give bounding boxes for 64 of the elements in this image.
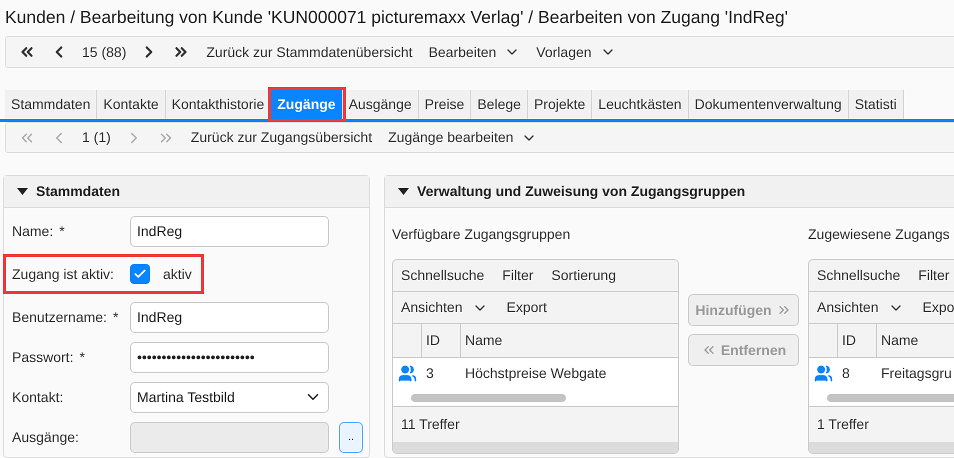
tab[interactable]: Stammdaten (5, 90, 98, 119)
record-position: 1 (1) (82, 128, 111, 147)
panel-title: Verwaltung und Zuweisung von Zugangsgruppen (417, 182, 746, 201)
text-field[interactable]: •••••••••••••••••••••••• (130, 342, 329, 372)
required-marker: * (59, 222, 65, 238)
field-label: Name: * (12, 222, 66, 240)
grid-toolbar-button[interactable]: Sortierung (551, 265, 616, 286)
tab[interactable]: Zugänge (271, 90, 343, 119)
grid-toolbar-button[interactable]: Schnellsuche (817, 265, 900, 286)
column-header[interactable]: ID (838, 324, 877, 357)
panel-header[interactable]: Verwaltung und Zuweisung von Zugangsgruppen (385, 176, 954, 208)
record-position: 15 (88) (82, 42, 126, 62)
field-label: Passwort: * (12, 348, 86, 366)
result-count: 1 Treffer (817, 415, 869, 434)
field-label: Ausgänge: (12, 428, 80, 447)
panel-title: Stammdaten (36, 182, 120, 201)
field-label: Kontakt: (12, 388, 64, 406)
toolbar-button[interactable]: Zurück zur Zugangsübersicht (190, 127, 372, 148)
tab[interactable]: Dokumentenverwaltung (688, 90, 849, 119)
check-icon (133, 267, 147, 281)
toolbar-button[interactable]: Zugänge bearbeiten (388, 127, 538, 148)
table-cell-text: Freitagsgru (880, 364, 952, 383)
user-group-icon (398, 364, 417, 383)
grid-toolbar-button[interactable]: Filter (918, 265, 950, 286)
tab[interactable]: Belege (471, 90, 528, 119)
table-cell-text: 8 (841, 364, 851, 383)
table-cell-text: Höchstpreise Webgate (464, 364, 606, 383)
list-title: Zugewiesene Zugangs (808, 225, 951, 244)
grid-toolbar-button[interactable]: Expo (922, 297, 954, 318)
list-title: Verfügbare Zugangsgruppen (392, 225, 572, 244)
text-field[interactable]: IndReg (130, 216, 329, 246)
tab[interactable]: Projekte (528, 90, 592, 119)
tab[interactable]: Preise (418, 90, 472, 119)
grid-toolbar-button[interactable]: Ansichten (401, 297, 488, 318)
horizontal-scrollbar[interactable] (827, 394, 954, 402)
column-header[interactable]: Name (461, 324, 502, 357)
checkbox-label: aktiv (163, 264, 192, 284)
contact-select[interactable]: Martina Testbild (130, 382, 329, 412)
tab[interactable]: Leuchtkästen (592, 90, 689, 119)
table-cell-text: 3 (425, 364, 435, 383)
column-header[interactable]: Name (877, 324, 918, 357)
column-header[interactable]: ID (422, 324, 461, 357)
required-marker: * (112, 308, 118, 324)
user-group-icon (814, 364, 833, 383)
grid-toolbar-button[interactable]: Export (506, 297, 547, 318)
field-label: Zugang ist aktiv: (12, 264, 115, 284)
field-label: Benutzername: * (12, 308, 120, 326)
panel-header[interactable]: Stammdaten (4, 176, 369, 208)
toolbar-button[interactable]: Vorlagen (536, 42, 616, 62)
toolbar-button[interactable]: Bearbeiten (428, 42, 520, 62)
text-field[interactable]: IndReg (130, 302, 329, 332)
tab[interactable]: Kontakte (97, 90, 166, 119)
grid-toolbar-button[interactable]: Filter (502, 265, 534, 286)
page-title: Kunden / Bearbeitung von Kunde 'KUN000071 picturemaxx Verlag' / Bearbeiten von Zugang 'IndReg' (4, 6, 789, 29)
checkbox[interactable] (130, 264, 150, 284)
required-marker: * (79, 348, 85, 364)
toolbar-button[interactable]: Zurück zur Stammdatenübersicht (206, 42, 413, 62)
collapse-triangle-icon[interactable] (17, 188, 28, 195)
tab[interactable]: Statisti (848, 90, 904, 119)
grid-toolbar-button[interactable]: Ansichten (817, 297, 904, 318)
collapse-triangle-icon[interactable] (398, 188, 409, 195)
horizontal-scrollbar[interactable] (411, 394, 566, 402)
result-count: 11 Treffer (401, 415, 460, 434)
grid-toolbar-button[interactable]: Schnellsuche (401, 265, 484, 286)
